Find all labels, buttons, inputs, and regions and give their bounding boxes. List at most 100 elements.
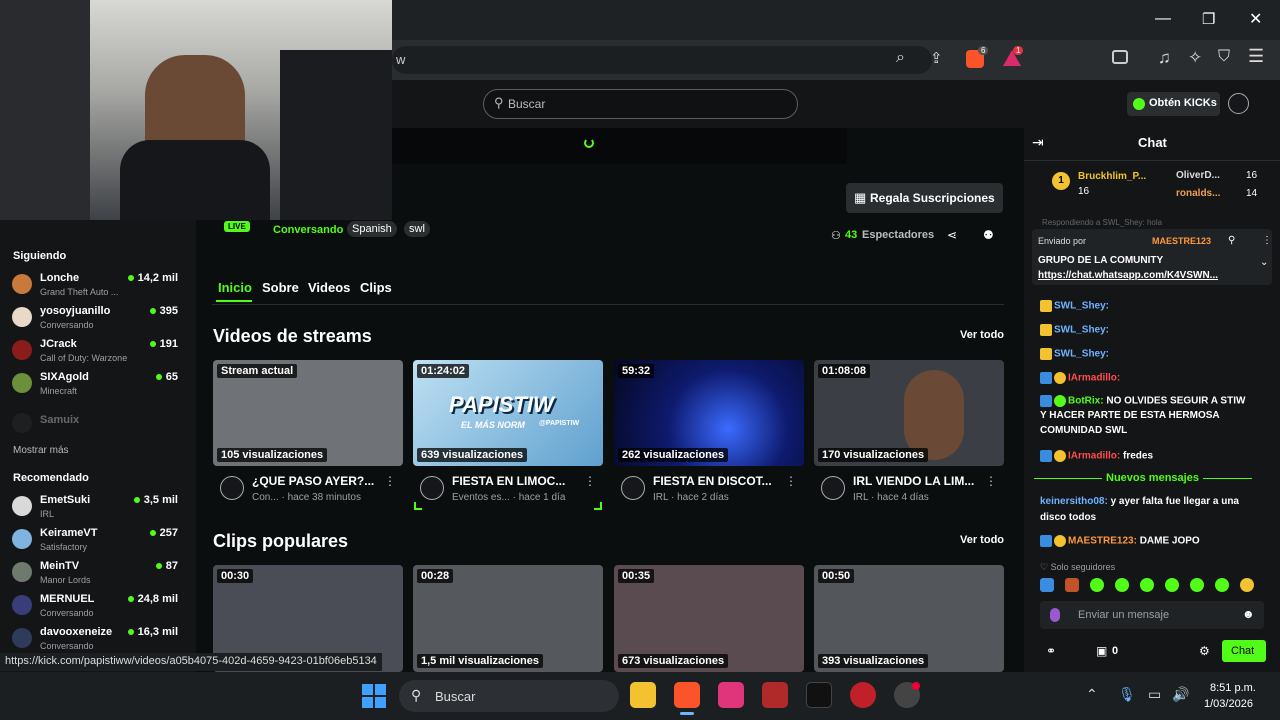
- app-icon[interactable]: [850, 682, 876, 708]
- clip-thumbnail[interactable]: 00:50 393 visualizaciones: [814, 565, 1004, 672]
- leo-ai-icon[interactable]: ✧: [1188, 48, 1202, 68]
- microphone-icon[interactable]: [1050, 608, 1060, 622]
- music-icon[interactable]: ♫: [1158, 48, 1171, 68]
- gift-icon: ▦: [854, 190, 867, 205]
- chat-message: IArmadillo:: [1040, 372, 1120, 384]
- menu-icon[interactable]: ☰: [1248, 46, 1264, 67]
- chevron-down-icon[interactable]: ⌄: [1260, 257, 1268, 268]
- viewer-count: 87: [155, 560, 178, 572]
- video-thumbnail[interactable]: 59:32 262 visualizaciones: [614, 360, 804, 466]
- sidebar-item-sixagold[interactable]: SIXAgold Minecraft 65: [12, 371, 184, 403]
- start-button[interactable]: [362, 684, 386, 708]
- following-title: Siguiendo: [13, 250, 67, 262]
- tag-swl[interactable]: swl: [404, 221, 430, 237]
- video-card-meta[interactable]: IRL VIENDO LA LIM... IRL · hace 4 días ⋮: [817, 474, 1007, 508]
- points-icon[interactable]: ⚭: [1046, 644, 1056, 658]
- clip-duration: 00:28: [417, 569, 454, 583]
- share-icon[interactable]: ⋖: [947, 228, 957, 242]
- pin-icon[interactable]: ⚲: [1228, 235, 1235, 246]
- emote-icon[interactable]: [1090, 578, 1104, 592]
- video-card-meta[interactable]: ¿QUE PASO AYER?... Con... · hace 38 minu…: [216, 474, 406, 508]
- sidebar-item-mernuel[interactable]: MERNUEL Conversando 24,8 mil: [12, 593, 184, 625]
- pinned-message[interactable]: Enviado por MAESTRE123 ⚲ ⋮ GRUPO DE LA C…: [1032, 229, 1272, 285]
- pinned-link[interactable]: https://chat.whatsapp.com/K4VSWN...: [1038, 270, 1218, 281]
- clip-thumbnail[interactable]: 00:35 673 visualizaciones: [614, 565, 804, 672]
- send-chat-button[interactable]: Chat: [1222, 640, 1266, 662]
- zoom-icon[interactable]: ⌕: [896, 49, 905, 67]
- clip-thumbnail[interactable]: 00:28 1,5 mil visualizaciones: [413, 565, 603, 672]
- video-thumbnail[interactable]: 01:24:02 PAPISTIW EL MÁS NORM @PAPISTIW …: [413, 360, 603, 466]
- more-options-icon[interactable]: ⋮: [384, 474, 396, 488]
- more-options-icon[interactable]: ⋮: [985, 474, 997, 488]
- emote-icon[interactable]: [1190, 578, 1204, 592]
- tag-spanish[interactable]: Spanish: [347, 221, 397, 237]
- chat-message: COMUNIDAD SWL: [1040, 425, 1128, 436]
- leaderboard-name[interactable]: ronalds...: [1176, 188, 1220, 199]
- emote-bar[interactable]: [1040, 578, 1264, 594]
- volume-icon[interactable]: 🔊: [1172, 686, 1189, 703]
- stream-category[interactable]: Conversando: [273, 224, 343, 236]
- maximize-button[interactable]: ❐: [1202, 10, 1215, 28]
- minimize-button[interactable]: —: [1155, 10, 1171, 28]
- microphone-icon[interactable]: 🎙: [1118, 686, 1136, 703]
- sidebar-item-keiramevt[interactable]: KeirameVT Satisfactory 257: [12, 527, 184, 559]
- emote-icon[interactable]: [1040, 578, 1054, 592]
- thumbnail-subtitle-text: EL MÁS NORM: [461, 420, 525, 430]
- file-explorer-icon[interactable]: [630, 682, 656, 708]
- emote-icon[interactable]: [1065, 578, 1079, 592]
- follow-user-icon[interactable]: ⚉: [983, 228, 994, 242]
- chat-input[interactable]: Enviar un mensaje ☻: [1040, 601, 1264, 629]
- video-card-meta[interactable]: FIESTA EN LIMOC... Eventos es... · hace …: [416, 474, 606, 508]
- emote-icon[interactable]: [1165, 578, 1179, 592]
- more-options-icon[interactable]: ⋮: [584, 474, 596, 488]
- collapse-chat-icon[interactable]: ⇥: [1032, 134, 1044, 151]
- sidebar-item-lonche[interactable]: Lonche Grand Theft Auto ... 14,2 mil: [12, 272, 184, 304]
- emote-icon[interactable]: [1115, 578, 1129, 592]
- tab-sobre[interactable]: Sobre: [262, 280, 299, 295]
- tiktok-studio-icon[interactable]: [718, 682, 744, 708]
- vpn-shield-icon[interactable]: ⛉: [1218, 48, 1230, 66]
- get-kicks-button[interactable]: Obtén KICKs: [1127, 92, 1220, 116]
- emote-icon[interactable]: [1140, 578, 1154, 592]
- voicemeeter-icon[interactable]: [762, 682, 788, 708]
- address-bar[interactable]: w: [392, 46, 932, 74]
- video-card-meta[interactable]: FIESTA EN DISCOT... IRL · hace 2 días ⋮: [617, 474, 807, 508]
- taskbar-search-placeholder: Buscar: [435, 689, 476, 704]
- close-button[interactable]: ✕: [1249, 9, 1262, 29]
- more-options-icon[interactable]: ⋮: [1262, 235, 1272, 246]
- emote-icon[interactable]: [1240, 578, 1254, 592]
- kicks-wallet-icon[interactable]: ▣: [1096, 644, 1107, 658]
- videos-see-all-link[interactable]: Ver todo: [960, 329, 1004, 341]
- sidebar-item-yosoyjuanillo[interactable]: yosoyjuanillo Conversando 395: [12, 305, 184, 337]
- tab-videos[interactable]: Videos: [308, 280, 350, 295]
- sidebar-item-meintv[interactable]: MeinTV Manor Lords 87: [12, 560, 184, 592]
- tiktok-icon[interactable]: [806, 682, 832, 708]
- sidebar-item-jcrack[interactable]: JCrack Call of Duty: Warzone 191: [12, 338, 184, 370]
- video-thumbnail[interactable]: 01:08:08 170 visualizaciones: [814, 360, 1004, 466]
- chat-settings-icon[interactable]: ⚙: [1199, 644, 1210, 658]
- gift-subs-button[interactable]: ▦ Regala Suscripciones: [846, 183, 1003, 213]
- clips-see-all-link[interactable]: Ver todo: [960, 534, 1004, 546]
- brave-browser-icon[interactable]: [674, 682, 700, 708]
- reading-mode-icon[interactable]: [1112, 50, 1128, 64]
- more-options-icon[interactable]: ⋮: [785, 474, 797, 488]
- user-avatar[interactable]: [1228, 93, 1249, 114]
- tab-clips[interactable]: Clips: [360, 280, 392, 295]
- tab-inicio[interactable]: Inicio: [218, 280, 252, 295]
- share-icon[interactable]: ⇪: [930, 49, 943, 67]
- taskbar-search[interactable]: ⚲ Buscar: [399, 680, 619, 712]
- sidebar-item-emetsuki[interactable]: EmetSuki IRL 3,5 mil: [12, 494, 184, 526]
- sidebar-item-samuix[interactable]: Samuix: [12, 411, 184, 443]
- leaderboard-name[interactable]: OliverD...: [1176, 170, 1220, 181]
- search-input[interactable]: ⚲ Buscar: [483, 89, 798, 119]
- network-icon[interactable]: ▭: [1148, 686, 1161, 703]
- show-more-link[interactable]: Mostrar más: [13, 445, 69, 456]
- video-thumbnail[interactable]: Stream actual 105 visualizaciones: [213, 360, 403, 466]
- clock-date[interactable]: 1/03/2026: [1204, 698, 1253, 710]
- clock-time[interactable]: 8:51 p.m.: [1210, 682, 1256, 694]
- emote-icon[interactable]: [1215, 578, 1229, 592]
- chevron-up-icon[interactable]: ⌃: [1086, 686, 1098, 703]
- leaderboard-name[interactable]: Bruckhlim_P...: [1078, 171, 1146, 182]
- video-player[interactable]: [392, 128, 847, 164]
- emoji-icon[interactable]: ☻: [1242, 607, 1255, 621]
